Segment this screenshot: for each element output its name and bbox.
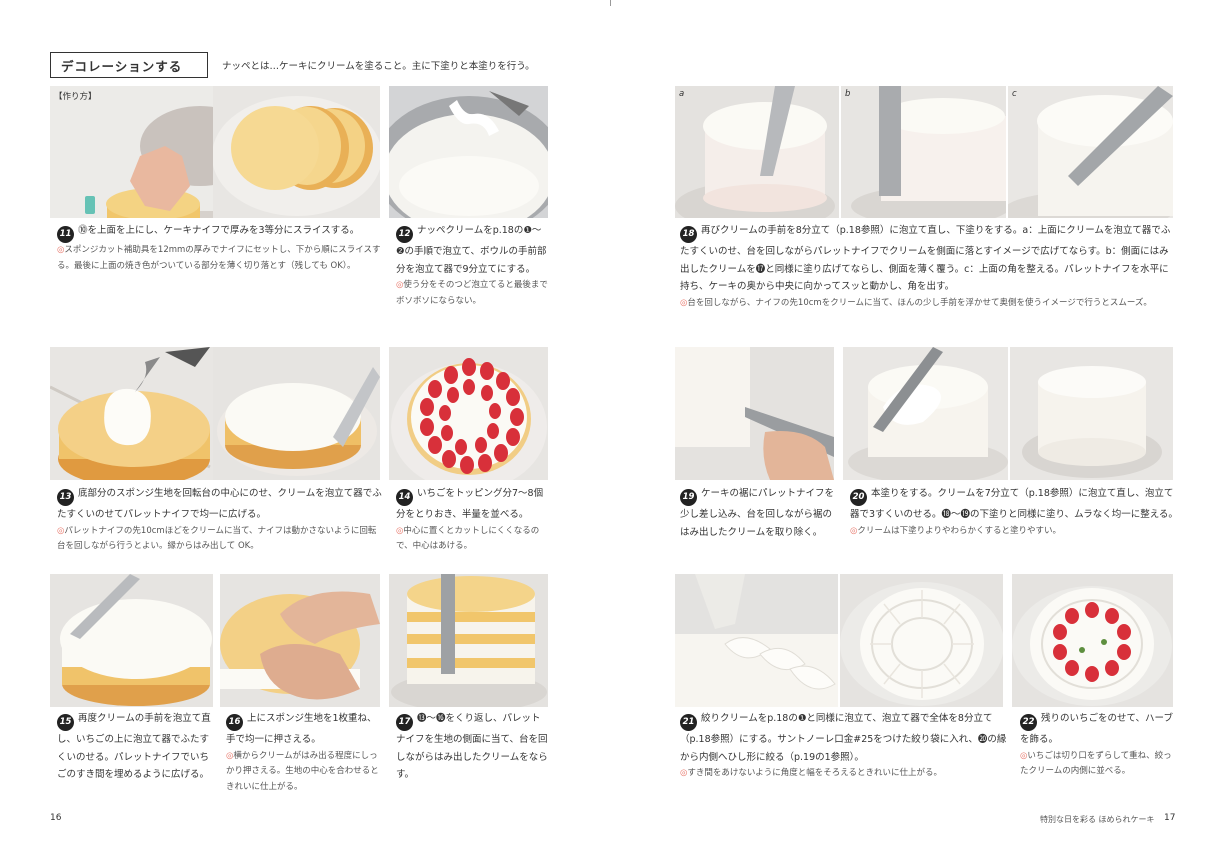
step-21: 21 絞りクリームをp.18の❶と同様に泡立て、泡立て器で全体を8分立て（p.18… [680, 713, 1007, 779]
recipe-tag: 【作り方】 [54, 92, 97, 102]
label-b: b [845, 89, 851, 99]
step-19: 19 ケーキの裾にパレットナイフを少し差し込み、台を回しながら裾のはみ出したクリー… [680, 485, 836, 541]
step-text: ⓭〜⓰をくり返し、パレットナイフを生地の側面に当て、台を回しながらはみ出したクリ… [396, 713, 548, 781]
step-20: 20 本塗りをする。クリームを7分立て（p.18参照）に泡立て直し、泡立て器で3す… [850, 488, 1178, 536]
photo-slice-sponge: 【作り方】 [50, 86, 213, 218]
step-tip: いちごは切り口をずらして重ね、絞ったクリームの内側に並べる。 [1020, 750, 1172, 777]
step-17: 17 ⓭〜⓰をくり返し、パレットナイフを生地の側面に当て、台を回しながらはみ出した… [396, 710, 548, 784]
photo-press-layer [220, 574, 380, 707]
step-15: 15 再度クリームの手前を泡立て直し、いちごの上に泡立て器でふたすくいのせる。パレ… [57, 710, 212, 784]
photo-step18-b: b [841, 86, 1006, 218]
label-a: a [679, 89, 685, 99]
step-text: ケーキの裾にパレットナイフを少し差し込み、台を回しながら裾のはみ出したクリームを… [680, 488, 835, 538]
step-11: 11 ⓾を上面を上にし、ケーキナイフで厚みを3等分にスライスする。 ◎スポンジカッ… [57, 225, 381, 271]
photo-step18-c: c [1008, 86, 1173, 218]
step-tip: パレットナイフの先10cmほどをクリームに当て、ナイフは動かさないように回転台を… [57, 525, 377, 552]
step-text: 底部分のスポンジ生地を回転台の中心にのせ、クリームを泡立て器でふたすくいのせてパ… [57, 488, 382, 521]
photo-bowl-cream [389, 86, 548, 218]
step-text: いちごをトッピング分7〜8個分をとりおき、半量を並べる。 [396, 488, 544, 521]
step-tip: スポンジカット補助具を12mmの厚みでナイフにセットし、下から順にスライスする。… [57, 245, 381, 271]
step-14: 14 いちごをトッピング分7〜8個分をとりおき、半量を並べる。 ◎中心に置くとカッ… [396, 488, 544, 552]
photo-piped-ring [840, 574, 1003, 707]
step-text: 上にスポンジ生地を1枚重ね、手で均一に押さえる。 [226, 713, 377, 746]
step-tip: 使う分をそのつど泡立てると最後までボソボソにならない。 [396, 280, 548, 306]
step-number: 17 [396, 714, 413, 732]
section-title: デコレーションする [50, 52, 208, 78]
step-number: 15 [57, 714, 74, 732]
step-number: 22 [1020, 714, 1037, 732]
step-text: 再びクリームの手前を8分立て（p.18参照）に泡立て直し、下塗りをする。a：上面… [680, 225, 1171, 293]
section-description: ナッペとは…ケーキにクリームを塗ること。主に下塗りと本塗りを行う。 [222, 61, 535, 72]
step-number: 12 [396, 226, 413, 244]
step-tip: すき間をあけないように角度と幅をそろえるときれいに仕上がる。 [687, 768, 943, 779]
step-13: 13 底部分のスポンジ生地を回転台の中心にのせ、クリームを泡立て器でふたすくいのせ… [57, 488, 382, 552]
running-title: 特別な日を彩る ほめられケーキ [1040, 815, 1155, 824]
photo-final-coat [843, 347, 1008, 480]
step-number: 20 [850, 489, 867, 507]
step-tip: 横からクリームがはみ出る程度にしっかり押さえる。生地の中心を合わせるときれいに仕… [226, 750, 379, 792]
photo-smooth-sides [389, 574, 548, 707]
photo-three-layers [213, 86, 380, 218]
step-number: 19 [680, 489, 697, 507]
spine-mark [610, 0, 611, 6]
step-text: 本塗りをする。クリームを7分立て（p.18参照）に泡立て直し、泡立て器で3すくい… [850, 488, 1178, 521]
step-text: ナッペクリームをp.18の❶〜❷の手順で泡立て、ボウルの手前部分を泡立て器で9分… [396, 225, 547, 275]
step-16: 16 上にスポンジ生地を1枚重ね、手で均一に押さえる。 ◎横からクリームがはみ出る… [226, 713, 379, 792]
step-text: 再度クリームの手前を泡立て直し、いちごの上に泡立て器でふたすくいのせる。パレット… [57, 713, 211, 781]
photo-smooth-cake [1010, 347, 1173, 480]
page-number-right: 17 [1164, 813, 1176, 823]
photo-strawberries [389, 347, 548, 480]
step-22: 22 残りのいちごをのせて、ハーブを飾る。 ◎いちごは切り口をずらして重ね、絞った… [1020, 713, 1173, 777]
step-number: 21 [680, 714, 697, 732]
step-18: 18 再びクリームの手前を8分立て（p.18参照）に泡立て直し、下塗りをする。a：… [680, 225, 1171, 308]
photo-finished-cake [1012, 574, 1173, 707]
step-12: 12 ナッペクリームをp.18の❶〜❷の手順で泡立て、ボウルの手前部分を泡立て器で… [396, 225, 548, 306]
photo-cream-on-base [50, 347, 213, 480]
step-number: 11 [57, 226, 74, 244]
step-number: 18 [680, 226, 697, 244]
page-number-left: 16 [50, 813, 62, 823]
photo-piping [675, 574, 838, 707]
photo-cream-over-berries [50, 574, 213, 707]
photo-spread-cream [213, 347, 380, 480]
step-text: ⓾を上面を上にし、ケーキナイフで厚みを3等分にスライスする。 [78, 225, 360, 236]
step-tip: クリームは下塗りよりやわらかくすると塗りやすい。 [857, 525, 1061, 536]
step-tip: 中心に置くとカットしにくくなるので、中心はあける。 [396, 525, 540, 552]
step-number: 13 [57, 489, 74, 507]
step-number: 16 [226, 714, 243, 732]
photo-trim-bottom [675, 347, 834, 480]
label-c: c [1012, 89, 1017, 99]
photo-step18-a: a [675, 86, 839, 218]
step-text: 絞りクリームをp.18の❶と同様に泡立て、泡立て器で全体を8分立て（p.18参照… [680, 713, 1007, 763]
step-tip: 台を回しながら、ナイフの先10cmをクリームに当て、ほんの少し手前を浮かせて奥側… [687, 297, 1152, 308]
step-number: 14 [396, 489, 413, 507]
step-text: 残りのいちごをのせて、ハーブを飾る。 [1020, 713, 1173, 746]
